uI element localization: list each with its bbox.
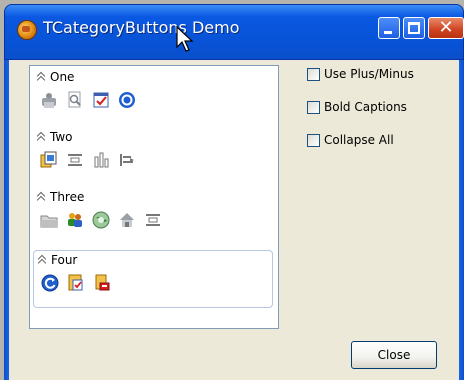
category-one: One <box>33 68 271 126</box>
category-three: Three <box>33 188 271 246</box>
category-button-row <box>37 148 139 172</box>
app-icon[interactable] <box>17 20 37 40</box>
collapse-chevron-icon <box>38 254 47 266</box>
category-four: Four <box>33 250 273 308</box>
maximize-icon <box>408 22 420 34</box>
indent-icon[interactable] <box>115 148 139 172</box>
client-area: One Two Three Four Use Plus/Minus Bold C… <box>9 60 459 380</box>
checklist-icon[interactable] <box>89 88 113 112</box>
find-icon[interactable] <box>63 88 87 112</box>
globe-icon[interactable] <box>89 208 113 232</box>
category-buttons-panel[interactable]: One Two Three Four <box>29 65 279 329</box>
category-header[interactable]: Three <box>37 190 84 204</box>
image-stack-icon[interactable] <box>37 148 61 172</box>
people-icon[interactable] <box>63 208 87 232</box>
collapse-all-checkbox[interactable] <box>307 133 320 147</box>
columns-icon[interactable] <box>89 148 113 172</box>
category-caption: One <box>50 70 75 84</box>
close-button[interactable]: Close <box>351 341 437 369</box>
category-caption: Two <box>50 130 73 144</box>
bold-captions-checkbox[interactable] <box>307 100 320 114</box>
title-bar[interactable]: TCategoryButtons Demo ✕ <box>4 4 464 60</box>
refresh-icon[interactable] <box>38 271 62 295</box>
collapse-chevron-icon <box>37 71 46 83</box>
window-frame-right <box>459 60 464 380</box>
use-plus-minus-label: Use Plus/Minus <box>324 67 414 81</box>
bold-captions-label: Bold Captions <box>324 100 407 114</box>
bold-captions-option[interactable]: Bold Captions <box>307 100 407 114</box>
collapse-chevron-icon <box>37 191 46 203</box>
category-caption: Three <box>50 190 85 204</box>
window-title: TCategoryButtons Demo <box>43 18 240 37</box>
collapse-all-option[interactable]: Collapse All <box>307 133 394 147</box>
folder-icon[interactable] <box>37 208 61 232</box>
app-window: TCategoryButtons Demo ✕ One Two Three Fo… <box>0 0 464 380</box>
collapse-chevron-icon <box>37 131 46 143</box>
mouse-cursor-icon <box>176 25 198 57</box>
minimize-button[interactable] <box>378 17 400 39</box>
category-two: Two <box>33 128 271 186</box>
align-icon[interactable] <box>141 208 165 232</box>
close-window-button[interactable]: ✕ <box>428 17 464 39</box>
use-plus-minus-checkbox[interactable] <box>307 67 320 81</box>
lock-doc-icon[interactable] <box>90 271 114 295</box>
align-icon[interactable] <box>63 148 87 172</box>
home-icon[interactable] <box>115 208 139 232</box>
close-icon: ✕ <box>438 17 454 38</box>
maximize-button[interactable] <box>403 17 425 39</box>
edit-doc-icon[interactable] <box>64 271 88 295</box>
category-button-row <box>38 271 114 295</box>
category-button-row <box>37 88 139 112</box>
category-header[interactable]: Two <box>37 130 73 144</box>
collapse-all-label: Collapse All <box>324 133 394 147</box>
category-header[interactable]: One <box>37 70 74 84</box>
target-icon[interactable] <box>115 88 139 112</box>
minimize-icon <box>384 31 392 34</box>
category-header[interactable]: Four <box>38 253 77 267</box>
use-plus-minus-option[interactable]: Use Plus/Minus <box>307 67 414 81</box>
category-button-row <box>37 208 165 232</box>
printer-icon[interactable] <box>37 88 61 112</box>
category-caption: Four <box>51 253 78 267</box>
